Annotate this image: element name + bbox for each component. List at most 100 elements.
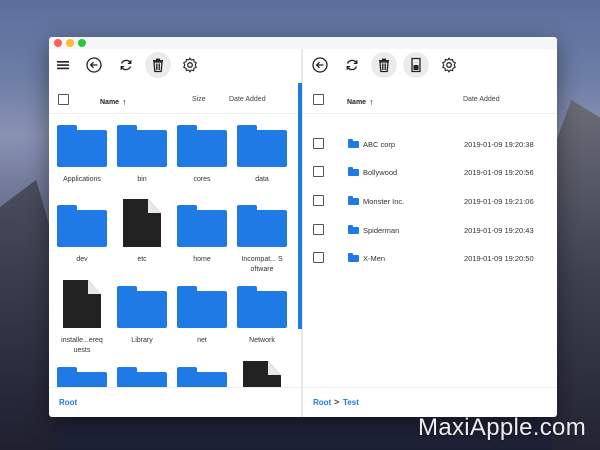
folder-tile[interactable]: Library xyxy=(112,286,172,346)
tile-label: cores xyxy=(193,176,211,183)
maximize-window-button[interactable] xyxy=(78,39,86,47)
list-item[interactable]: Monster Inc. 2019-01-09 19:21:06 xyxy=(303,187,557,215)
list-item[interactable]: ABC corp 2019-01-09 19:20:38 xyxy=(303,130,557,158)
date-column-header[interactable]: Date Added xyxy=(229,96,266,103)
folder-tile[interactable]: Incompat... S oftware xyxy=(232,205,292,275)
tile-label: net xyxy=(197,337,207,344)
row-checkbox[interactable] xyxy=(313,166,324,177)
folder-icon xyxy=(348,167,359,176)
right-pane: Name ↑ Date Added ABC corp 2019-01-09 19:2… xyxy=(303,49,557,417)
refresh-icon xyxy=(120,59,132,71)
item-date: 2019-01-09 19:20:38 xyxy=(464,140,534,149)
right-column-header: Name ↑ Date Added xyxy=(303,85,557,114)
folder-icon xyxy=(348,196,359,205)
refresh-button[interactable] xyxy=(339,52,365,78)
folder-tile[interactable]: bin xyxy=(112,125,172,185)
folder-tile[interactable]: Applications xyxy=(52,125,112,185)
row-checkbox[interactable] xyxy=(313,138,324,149)
folder-icon xyxy=(237,205,287,247)
item-date: 2019-01-09 19:20:56 xyxy=(464,168,534,177)
file-tile[interactable]: installe...ereq uests xyxy=(52,280,112,356)
refresh-icon xyxy=(346,59,358,71)
delete-button[interactable] xyxy=(145,52,171,78)
settings-button[interactable] xyxy=(177,52,203,78)
watermark: MaxiApple.com xyxy=(418,414,586,441)
refresh-button[interactable] xyxy=(113,52,139,78)
breadcrumb-root[interactable]: Root xyxy=(313,398,331,407)
settings-icon xyxy=(442,57,456,73)
tile-label: Network xyxy=(249,337,275,344)
tile-label: etc xyxy=(137,256,147,263)
right-toolbar xyxy=(303,49,557,83)
row-checkbox[interactable] xyxy=(313,252,324,263)
file-tile[interactable] xyxy=(232,361,292,387)
file-tile[interactable]: etc xyxy=(112,199,172,265)
right-breadcrumb: Root > Test xyxy=(303,387,557,417)
tile-label: Applications xyxy=(63,176,101,183)
back-button[interactable] xyxy=(307,52,333,78)
breadcrumb-root[interactable]: Root xyxy=(59,398,77,407)
folder-icon xyxy=(57,205,107,247)
item-name: Bollywood xyxy=(363,168,398,177)
folder-icon xyxy=(177,125,227,167)
tile-label: Incompat... S oftware xyxy=(241,256,283,273)
list-item[interactable]: X-Men 2019-01-09 19:20:50 xyxy=(303,244,557,272)
folder-icon xyxy=(348,253,359,262)
file-icon xyxy=(243,361,281,387)
back-button[interactable] xyxy=(81,52,107,78)
size-column-header[interactable]: Size xyxy=(192,96,206,103)
tile-label: home xyxy=(193,256,211,263)
folder-tile[interactable]: Network xyxy=(232,286,292,346)
folder-icon xyxy=(237,125,287,167)
item-date: 2019-01-09 19:20:50 xyxy=(464,254,534,263)
item-name: Spiderman xyxy=(363,226,400,235)
row-checkbox[interactable] xyxy=(313,224,324,235)
folder-tile[interactable]: cores xyxy=(172,125,232,185)
tile-label: bin xyxy=(137,176,147,183)
date-column-header[interactable]: Date Added xyxy=(463,96,500,103)
folder-tile[interactable] xyxy=(112,367,172,387)
minimize-window-button[interactable] xyxy=(66,39,74,47)
title-bar xyxy=(49,37,557,49)
folder-tile[interactable] xyxy=(172,367,232,387)
tile-label: Library xyxy=(131,337,153,344)
file-icon xyxy=(123,199,161,247)
trash-icon xyxy=(153,58,163,73)
breadcrumb-test[interactable]: Test xyxy=(343,398,359,407)
item-name: ABC corp xyxy=(363,140,396,149)
name-column-header[interactable]: Name ↑ xyxy=(347,96,374,107)
trash-icon xyxy=(379,58,389,73)
folder-tile[interactable] xyxy=(52,367,112,387)
folder-icon xyxy=(237,286,287,328)
folder-icon xyxy=(57,125,107,167)
tile-label: installe...ereq uests xyxy=(61,337,103,354)
name-column-header[interactable]: Name ↑ xyxy=(100,96,127,107)
folder-icon xyxy=(57,367,107,387)
list-item[interactable]: Bollywood 2019-01-09 19:20:56 xyxy=(303,158,557,186)
settings-button[interactable] xyxy=(436,52,462,78)
select-all-checkbox[interactable] xyxy=(313,94,324,105)
file-grid: Applications bin cores data dev etc home Incomp… xyxy=(49,125,301,387)
list-item[interactable]: Spiderman 2019-01-09 19:20:43 xyxy=(303,216,557,244)
close-window-button[interactable] xyxy=(54,39,62,47)
settings-icon xyxy=(183,57,197,73)
file-manager-window: Name ↑ Size Date Added Applications bin cor… xyxy=(49,37,557,417)
folder-tile[interactable]: net xyxy=(172,286,232,346)
active-pane-indicator xyxy=(298,83,302,329)
folder-tile[interactable]: dev xyxy=(52,205,112,265)
left-toolbar xyxy=(49,49,301,83)
menu-icon xyxy=(57,61,69,70)
folder-icon xyxy=(177,367,227,387)
sort-ascending-icon: ↑ xyxy=(369,97,374,107)
item-date: 2019-01-09 19:20:43 xyxy=(464,226,534,235)
storage-button[interactable] xyxy=(403,52,429,78)
select-all-checkbox[interactable] xyxy=(58,94,69,105)
tile-label: dev xyxy=(76,256,88,263)
desktop-wallpaper-right xyxy=(552,100,600,450)
folder-icon xyxy=(348,139,359,148)
folder-tile[interactable]: home xyxy=(172,205,232,265)
delete-button[interactable] xyxy=(371,52,397,78)
folder-tile[interactable]: data xyxy=(232,125,292,185)
row-checkbox[interactable] xyxy=(313,195,324,206)
menu-button[interactable] xyxy=(50,52,76,78)
